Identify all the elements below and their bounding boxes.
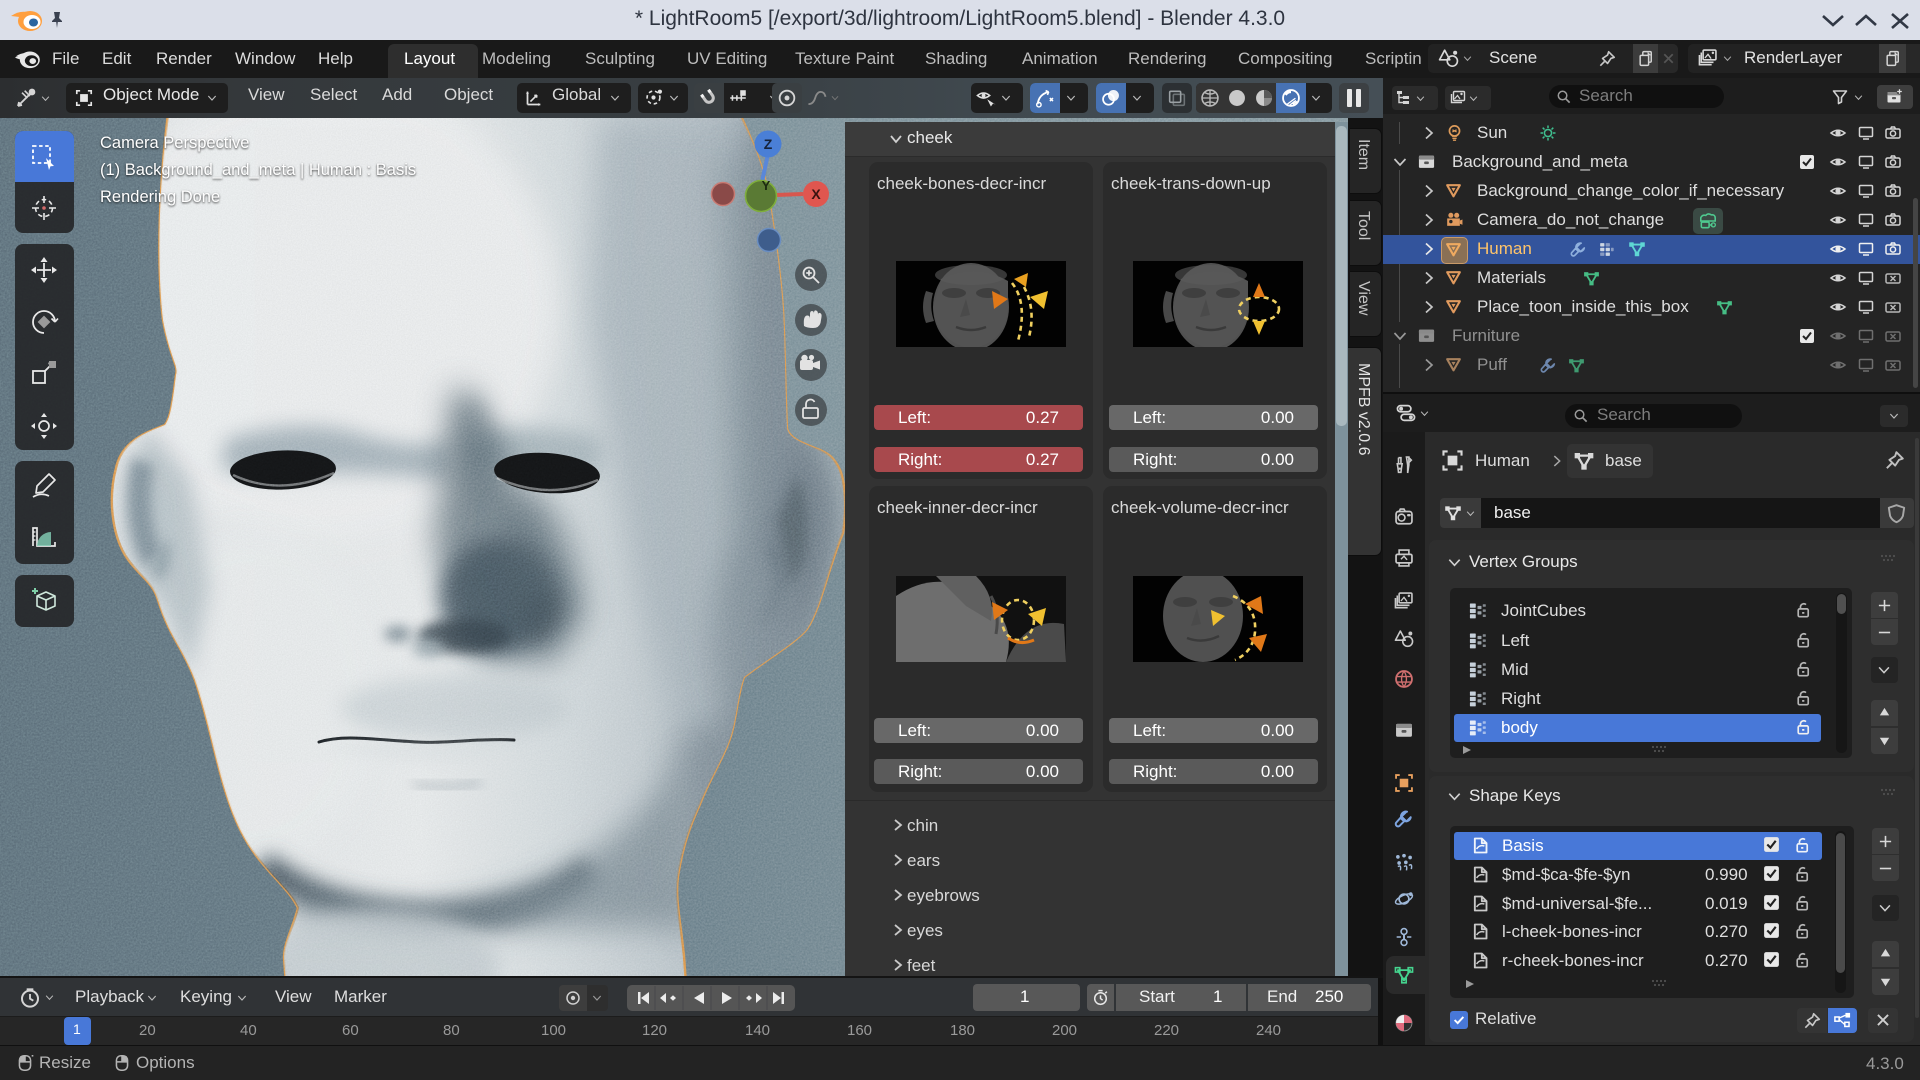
svg-text:Y: Y [762, 178, 771, 193]
svg-text:Z: Z [764, 136, 773, 152]
svg-text:X: X [811, 186, 821, 202]
